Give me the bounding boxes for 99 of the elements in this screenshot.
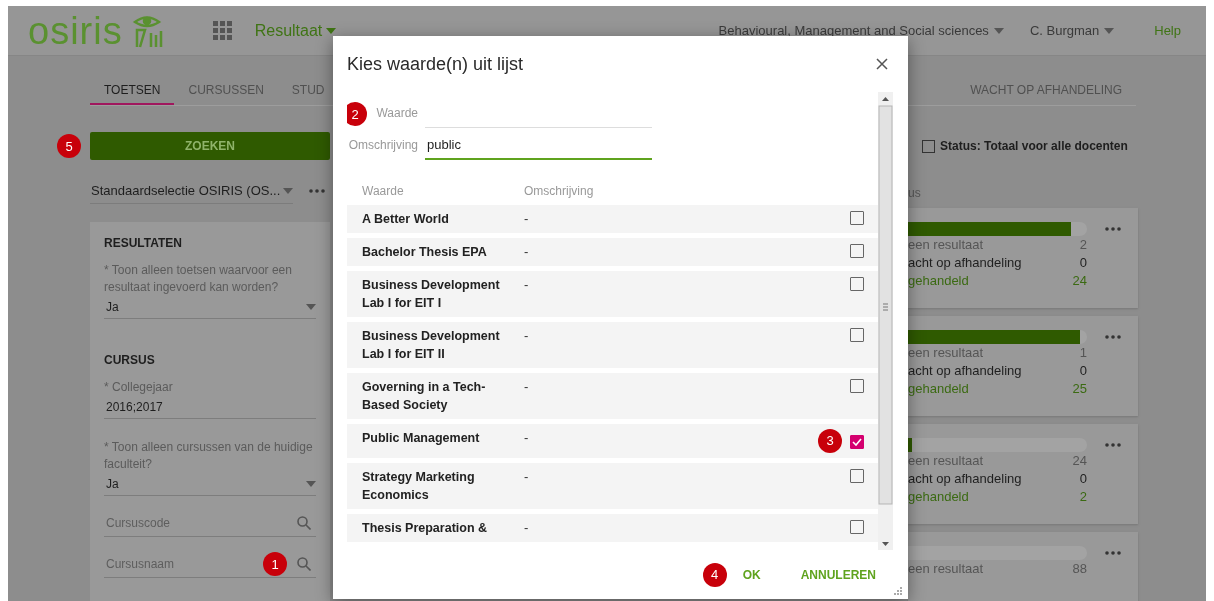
user-dropdown[interactable]: C. Burgman [1029, 23, 1115, 38]
checkbox[interactable] [850, 434, 864, 449]
section-heading: CURSUS [104, 353, 156, 367]
table-cell-text: A Better World [362, 211, 450, 228]
caret-icon [306, 481, 316, 487]
caret-icon [993, 27, 1004, 34]
table-cell-text: Bachelor Thesis EPA [362, 244, 488, 261]
field-label: * Toon alleen toetsen waarvoor een resultaat ingevoerd kan worden? [104, 262, 293, 296]
list-row[interactable]: Governing in a Tech-Based Society - [347, 373, 878, 419]
search-icon [297, 516, 311, 530]
list-row[interactable]: Business Development Lab I for EIT I - [347, 271, 878, 317]
list-row[interactable]: Public Management - 3 [347, 424, 878, 458]
status-label: acht op afhandeling [908, 362, 1022, 380]
tab[interactable]: TOETSEN [90, 76, 175, 105]
table-cell-text: - [524, 327, 530, 345]
status-label: een resultaat [908, 452, 984, 470]
more-icon[interactable] [309, 189, 325, 193]
table-cell-text: - [524, 519, 530, 537]
more-icon[interactable] [1104, 443, 1121, 447]
close-button[interactable] [876, 58, 888, 70]
search-button[interactable]: ZOEKEN [90, 132, 330, 160]
checkbox[interactable] [850, 277, 864, 291]
status-label: gehandeld [908, 380, 969, 398]
column-header: Waarde [362, 184, 405, 198]
status-count: 25 [1072, 380, 1087, 398]
status-count: 0 [1079, 362, 1087, 380]
checkbox-label: Status: Totaal voor alle docenten [940, 139, 1128, 153]
table-cell-text: - [524, 429, 530, 447]
status-label: een resultaat [908, 560, 984, 578]
more-icon[interactable] [1104, 227, 1121, 231]
column-header: Omschrijving [524, 184, 594, 198]
caret-icon [1104, 27, 1115, 34]
search-field[interactable]: Cursuscode [104, 513, 287, 533]
table-cell-text: - [524, 210, 530, 228]
apps-icon[interactable] [212, 20, 233, 41]
input-field[interactable]: 2016;2017 [104, 396, 316, 419]
field-label: * Collegejaar [104, 379, 174, 396]
field-label: Omschrijving [348, 138, 418, 152]
list-row[interactable]: A Better World - [347, 205, 878, 233]
status-label: een resultaat [908, 344, 984, 362]
cancel-button[interactable]: ANNULEREN [792, 563, 884, 586]
field-label: Waarde [376, 106, 418, 120]
select-field[interactable]: Ja [104, 473, 316, 496]
checkbox[interactable] [850, 244, 864, 258]
caret-icon [283, 187, 293, 194]
table-cell-text: - [524, 378, 530, 396]
status-label: een resultaat [908, 236, 984, 254]
checkbox[interactable] [850, 520, 864, 534]
status-count: 24 [1072, 452, 1087, 470]
table-cell-text: Business Development Lab I for EIT II [362, 328, 501, 363]
checkbox[interactable] [850, 328, 864, 342]
table-cell-text: Business Development Lab I for EIT I [362, 277, 501, 312]
dialog-title: Kies waarde(n) uit lijst [347, 53, 524, 75]
caret-icon [326, 27, 337, 34]
status-label: acht op afhandeling [908, 254, 1022, 272]
more-icon[interactable] [1104, 551, 1121, 555]
status-count: 0 [1079, 254, 1087, 272]
checkbox[interactable] [850, 469, 864, 483]
step-badge: 4 [702, 562, 727, 587]
step-badge: 1 [263, 552, 287, 576]
table-cell-text: - [524, 276, 530, 294]
status-count: 24 [1072, 272, 1087, 290]
field-label: * Toon alleen cursussen van de huidige faculteit? [104, 439, 314, 473]
table-cell-text: Governing in a Tech-Based Society [362, 379, 487, 414]
table-cell-text: Public Management [362, 430, 481, 447]
select-field[interactable]: Ja [104, 296, 316, 319]
checkbox[interactable] [922, 139, 935, 153]
list-row[interactable]: Thesis Preparation & - [347, 514, 878, 542]
faculty-dropdown[interactable]: Behavioural, Management and Social sciences [718, 23, 1004, 38]
resize-grip-icon[interactable] [894, 587, 902, 595]
table-cell-text: - [524, 468, 530, 486]
status-label: gehandeld [908, 488, 969, 506]
scrollbar[interactable] [878, 92, 893, 550]
table-cell-text: - [524, 243, 530, 261]
status-count: 0 [1079, 470, 1087, 488]
list-row[interactable]: Strategy Marketing Economics - [347, 463, 878, 509]
step-badge: 3 [818, 429, 842, 453]
list-row[interactable]: Business Development Lab I for EIT II - [347, 322, 878, 368]
step-badge: 2 [347, 102, 367, 126]
ok-button[interactable]: OK [734, 563, 769, 586]
table-cell-text: Thesis Preparation & [362, 520, 489, 537]
status-label: gehandeld [908, 272, 969, 290]
status-count: 1 [1079, 344, 1087, 362]
status-count: 88 [1072, 560, 1087, 578]
status-count: 2 [1079, 236, 1087, 254]
step-badge: 5 [57, 134, 81, 158]
status-label: acht op afhandeling [908, 470, 1022, 488]
more-icon[interactable] [1104, 335, 1121, 339]
checkbox[interactable] [850, 379, 864, 393]
table-cell-text: Strategy Marketing Economics [362, 469, 476, 504]
status-count: 2 [1079, 488, 1087, 506]
caret-icon [306, 304, 316, 310]
list-row[interactable]: Bachelor Thesis EPA - [347, 238, 878, 266]
search-field[interactable]: Cursusnaam [104, 554, 253, 574]
section-heading: RESULTATEN [104, 236, 183, 250]
selection-dropdown[interactable]: Standaardselectie OSIRIS (OS... [90, 178, 293, 204]
checkbox[interactable] [850, 211, 864, 225]
input-field[interactable]: public [425, 137, 652, 160]
search-icon [297, 557, 311, 571]
